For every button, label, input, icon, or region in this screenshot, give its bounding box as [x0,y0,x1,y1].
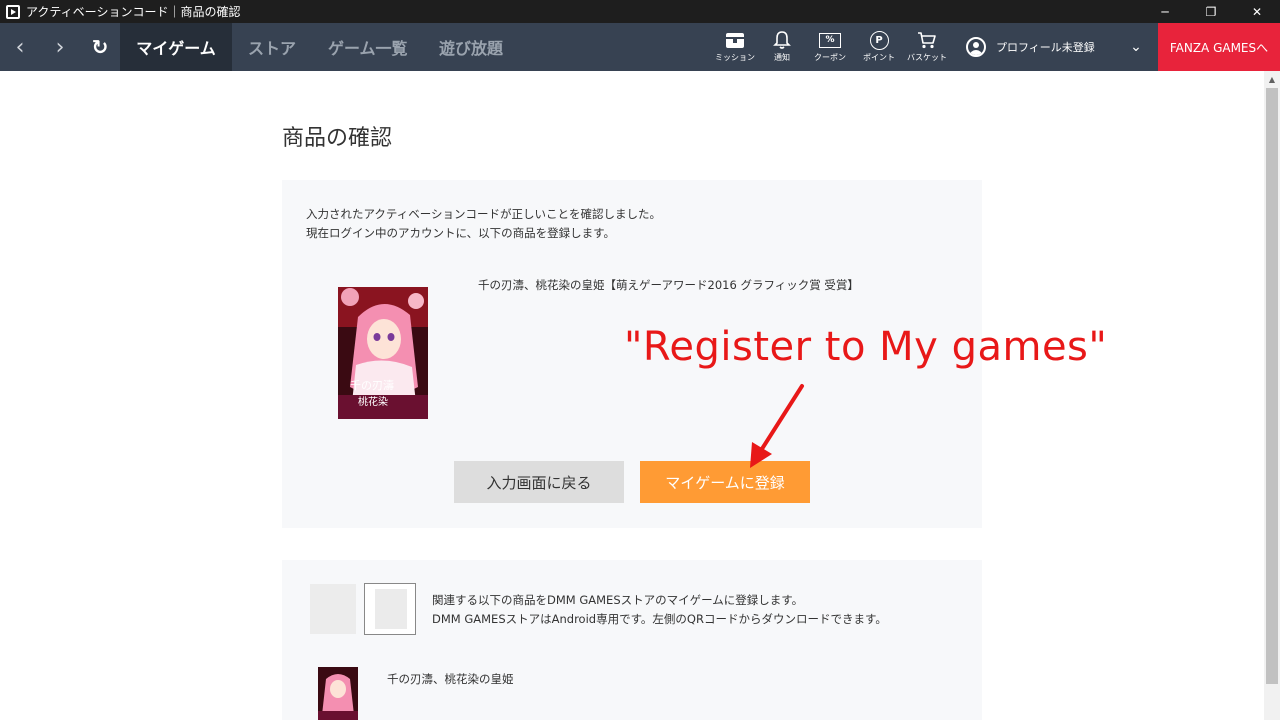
window-titlebar: アクティベーションコード｜商品の確認 ─ ❐ ✕ [0,0,1280,23]
tab-store[interactable]: ストア [232,23,312,71]
svg-text:桃花染: 桃花染 [358,395,388,408]
bell-icon [773,29,791,51]
page-title: 商品の確認 [282,126,393,151]
nav-notification-label: 通知 [774,53,790,62]
minimize-button[interactable]: ─ [1142,0,1188,23]
maximize-button[interactable]: ❐ [1188,0,1234,23]
related-product-cover-image [318,667,358,720]
nav-coupon[interactable]: % クーポン [806,29,854,65]
nav-mission-label: ミッション [715,53,755,62]
back-arrow-icon[interactable]: ‹ [0,23,40,71]
nav-coupon-label: クーポン [814,53,846,62]
qr-placeholder [310,584,356,634]
annotation-label: "Register to My games" [624,324,1108,370]
app-logo-icon [6,4,20,19]
product-cover-image: 千の刃濤 桃花染 [338,287,428,419]
qr-code-image [364,583,416,635]
scroll-up-icon[interactable]: ▲ [1264,71,1280,87]
page-scrollbar[interactable]: ▲ [1264,71,1280,720]
forward-arrow-icon[interactable]: › [40,23,80,71]
related-message-line2: DMM GAMESストアはAndroid専用です。左側のQRコードからダウンロー… [432,612,887,626]
nav-point-label: ポイント [863,53,895,62]
window-title: アクティベーションコード｜商品の確認 [26,5,241,19]
window-controls: ─ ❐ ✕ [1142,0,1280,23]
nav-mission[interactable]: ミッション [711,29,759,65]
profile-menu[interactable]: プロフィール未登録 [966,23,1095,71]
related-message-line1: 関連する以下の商品をDMM GAMESストアのマイゲームに登録します。 [432,593,804,607]
user-avatar-icon [966,37,986,57]
tab-unlimited-play[interactable]: 遊び放題 [423,23,519,71]
product-title: 千の刃濤、桃花染の皇姫【萌えゲーアワード2016 グラフィック賞 受賞】 [478,278,859,292]
mission-icon [725,29,745,51]
related-products-panel: 関連する以下の商品をDMM GAMESストアのマイゲームに登録します。 DMM … [282,560,982,720]
confirmation-message-line1: 入力されたアクティベーションコードが正しいことを確認しました。 [306,207,662,221]
nav-point[interactable]: P ポイント [855,29,903,65]
back-to-input-button[interactable]: 入力画面に戻る [454,461,624,503]
scrollbar-thumb[interactable] [1266,88,1278,684]
point-icon: P [869,29,889,51]
nav-basket-label: バスケット [907,53,947,62]
svg-text:千の刃濤: 千の刃濤 [350,378,394,392]
tab-my-games[interactable]: マイゲーム [120,23,232,71]
fanza-games-button[interactable]: FANZA GAMESへ [1158,23,1280,71]
main-navbar: ‹ › ↻ マイゲーム ストア ゲーム一覧 遊び放題 ミッション 通知 % クー… [0,23,1280,71]
nav-basket[interactable]: バスケット [903,29,951,65]
confirmation-message-line2: 現在ログイン中のアカウントに、以下の商品を登録します。 [306,226,616,240]
annotation-arrow-icon [750,384,804,468]
chevron-down-icon[interactable]: ⌄ [1126,23,1146,71]
nav-notification[interactable]: 通知 [758,29,806,65]
profile-label: プロフィール未登録 [996,41,1095,54]
tab-game-list[interactable]: ゲーム一覧 [312,23,424,71]
reload-icon[interactable]: ↻ [80,23,120,71]
cart-icon [917,29,937,51]
coupon-icon: % [819,29,841,51]
close-button[interactable]: ✕ [1234,0,1280,23]
related-product-title: 千の刃濤、桃花染の皇姫 [387,672,514,686]
